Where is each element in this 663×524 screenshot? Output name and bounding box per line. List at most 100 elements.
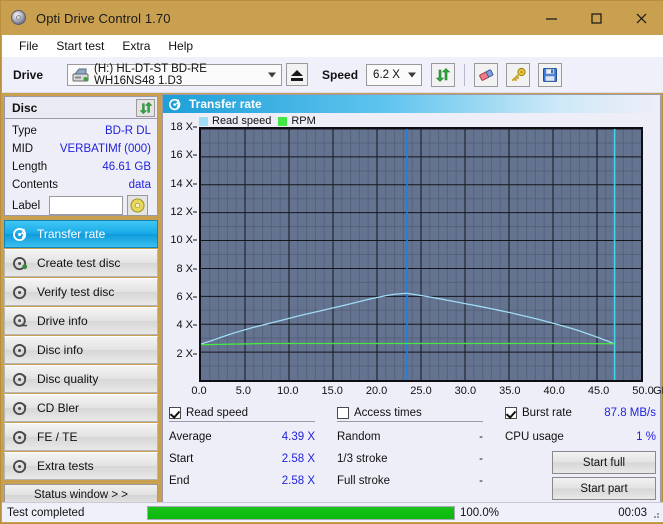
y-axis-tick-label: 16 X — [170, 149, 193, 162]
sidebar-item-label: Transfer rate — [37, 227, 106, 241]
disc-extra-icon — [13, 459, 27, 473]
resize-grip-icon[interactable] — [649, 508, 661, 520]
disc-refresh-button[interactable] — [136, 98, 155, 117]
sidebar-item-verify-test-disc[interactable]: Verify test disc — [4, 278, 158, 306]
sidebar-item-create-test-disc[interactable]: Create test disc — [4, 249, 158, 277]
sidebar-item-extra-tests[interactable]: Extra tests — [4, 452, 158, 480]
menu-start-test[interactable]: Start test — [47, 37, 113, 55]
eraser-icon — [478, 68, 493, 81]
disc-properties: Type BD-R DL MID VERBATIMf (000) Length … — [5, 119, 157, 216]
eject-icon — [291, 69, 304, 81]
sidebar-item-disc-info[interactable]: Disc info — [4, 336, 158, 364]
stat-row-average: Average 4.39 X — [169, 426, 315, 448]
menu-help[interactable]: Help — [159, 37, 202, 55]
y-axis-tick — [193, 239, 197, 241]
stat-key: End — [169, 475, 190, 487]
erase-button[interactable] — [474, 62, 499, 87]
maximize-button[interactable] — [574, 1, 619, 35]
sidebar-item-cd-bler[interactable]: CD Bler — [4, 394, 158, 422]
app-disc-icon — [10, 9, 28, 27]
x-axis-tick-label: 50.0 — [632, 385, 654, 397]
disc-label-input[interactable] — [49, 196, 123, 215]
eject-button[interactable] — [286, 63, 309, 86]
stat-key: 1/3 stroke — [337, 453, 388, 465]
sidebar-item-label: Create test disc — [37, 256, 121, 270]
stat-key: CPU usage — [505, 431, 564, 443]
refresh-button[interactable] — [431, 62, 456, 87]
drive-toolbar: Drive (H:) HL-DT-ST BD-RE WH16NS48 1.D3 … — [2, 57, 663, 93]
speed-select-value: 6.2 X — [373, 68, 400, 81]
key-button[interactable] — [506, 62, 531, 87]
menu-file[interactable]: File — [10, 37, 47, 55]
sidebar-item-label: Verify test disc — [37, 285, 115, 299]
transfer-rate-icon — [169, 98, 181, 110]
sidebar-item-label: Disc info — [37, 343, 84, 357]
x-axis-tick-label: 25.0 — [410, 385, 432, 397]
disc-fete-icon — [13, 430, 27, 444]
progress-bar — [147, 505, 455, 520]
read-speed-checkbox[interactable] — [169, 407, 181, 419]
close-button[interactable] — [619, 1, 663, 35]
start-part-button[interactable]: Start part — [552, 477, 656, 500]
divider — [337, 421, 483, 422]
menu-extra[interactable]: Extra — [113, 37, 159, 55]
stat-value: - — [479, 431, 483, 443]
disc-icon — [130, 198, 145, 213]
x-axis-tick-label: 15.0 — [321, 385, 343, 397]
disc-panel: Disc Type BD-R DL MID VERBATIMf (000) Le… — [4, 96, 158, 216]
progress-fill — [148, 506, 454, 519]
save-icon — [543, 67, 558, 82]
disc-value: BD-R DL — [104, 125, 151, 137]
start-full-label: Start full — [582, 456, 626, 469]
y-axis-tick-label: 10 X — [170, 234, 193, 247]
stat-value: 2.58 X — [281, 475, 315, 487]
transfer-rate-panel: Transfer rate Read speed RPM 2 X 4 X 6 X 8 X… — [162, 94, 663, 506]
drive-select[interactable]: (H:) HL-DT-ST BD-RE WH16NS48 1.D3 — [67, 63, 283, 87]
disc-verify-icon — [13, 285, 27, 299]
disc-transfer-icon — [13, 227, 27, 241]
legend-item: RPM — [278, 115, 316, 127]
sidebar-item-label: Extra tests — [37, 459, 94, 473]
stat-row-end: End 2.58 X — [169, 470, 315, 492]
start-full-button[interactable]: Start full — [552, 451, 656, 474]
legend-swatch — [278, 116, 288, 126]
drive-label: Drive — [13, 67, 44, 82]
stat-row-full-stroke: Full stroke - — [337, 470, 483, 492]
start-part-label: Start part — [580, 482, 628, 495]
x-axis-tick-label: 20.0 — [365, 385, 388, 397]
disc-row-contents: Contents data — [12, 177, 151, 193]
chevron-down-icon — [268, 72, 277, 77]
stat-row-cpu-usage: CPU usage 1 % — [505, 426, 656, 448]
stat-value: 2.58 X — [281, 453, 315, 465]
x-axis-tick-label: 5.0 — [235, 385, 252, 397]
minimize-button[interactable] — [529, 1, 574, 35]
x-axis-tick-label: 30.0 — [454, 385, 477, 397]
burst-rate-checkbox[interactable] — [505, 407, 517, 419]
sidebar-item-disc-quality[interactable]: Disc quality — [4, 365, 158, 393]
chart-plot-area[interactable] — [199, 127, 643, 382]
sidebar-item-transfer-rate[interactable]: Transfer rate — [4, 220, 158, 248]
disc-panel-header: Disc — [5, 97, 157, 119]
disc-row-length: Length 46.61 GB — [12, 159, 151, 175]
y-axis-tick — [193, 126, 197, 128]
x-axis-tick-label: 40.0 — [543, 385, 565, 397]
disc-row-type: Type BD-R DL — [12, 123, 151, 139]
toolbar-divider — [464, 63, 466, 86]
transfer-rate-header: Transfer rate — [163, 95, 660, 113]
access-times-stats: Access times Random - 1/3 stroke - Full … — [337, 407, 483, 492]
disc-key: MID — [12, 143, 34, 155]
status-message: Test completed — [7, 506, 85, 519]
sidebar-item-label: Disc quality — [37, 372, 99, 386]
sidebar-item-fe-te[interactable]: FE / TE — [4, 423, 158, 451]
stat-row-random: Random - — [337, 426, 483, 448]
access-times-checkbox[interactable] — [337, 407, 349, 419]
key-icon — [511, 67, 526, 81]
transfer-rate-chart: Read speed RPM 2 X 4 X 6 X 8 X 10 X 12 X 14 X 16… — [163, 113, 663, 403]
stat-key: Average — [169, 431, 212, 443]
disc-bler-icon — [13, 401, 27, 415]
read-speed-stats: Read speed Average 4.39 X Start 2.58 X E… — [169, 407, 315, 492]
save-button[interactable] — [538, 62, 563, 87]
speed-select[interactable]: 6.2 X — [366, 63, 423, 86]
sidebar-item-drive-info[interactable]: Drive info — [4, 307, 158, 335]
disc-label-button[interactable] — [127, 195, 148, 216]
